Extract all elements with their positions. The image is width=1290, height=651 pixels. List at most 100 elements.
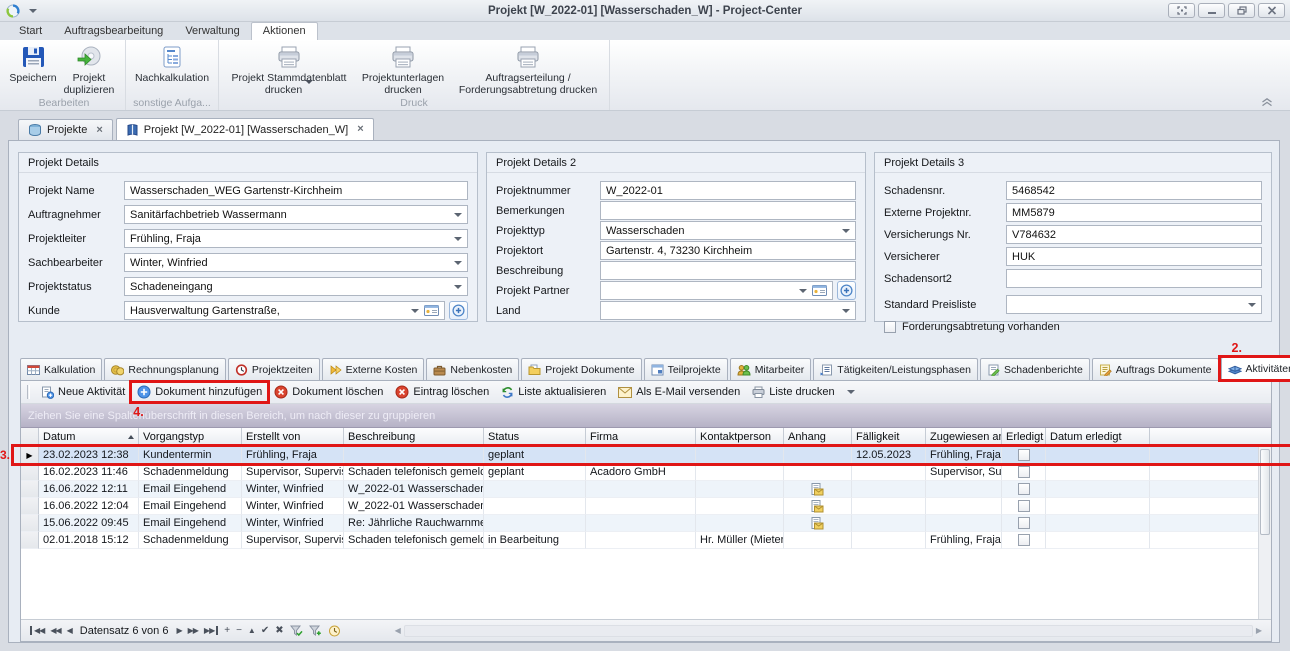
tab-projekt-dokumente[interactable]: Projekt Dokumente bbox=[521, 358, 641, 380]
last-record-icon[interactable]: ▶▶ bbox=[201, 626, 221, 635]
cell-datum-erledigt[interactable] bbox=[1046, 515, 1150, 532]
cell-firma[interactable] bbox=[586, 447, 696, 464]
toolbar-overflow-button[interactable] bbox=[841, 382, 861, 402]
ribbon-button-nachkalkulation[interactable]: Nachkalkulation bbox=[131, 43, 213, 86]
combo-caret-icon[interactable] bbox=[454, 237, 462, 241]
cell-vorgangstyp[interactable]: Email Eingehend bbox=[139, 481, 242, 498]
cell-datum-erledigt[interactable] bbox=[1046, 447, 1150, 464]
combo-caret-icon[interactable] bbox=[454, 261, 462, 265]
combo-caret-icon[interactable] bbox=[411, 309, 419, 313]
cell-erstellt-von[interactable]: Winter, Winfried bbox=[242, 498, 344, 515]
insert-record-icon[interactable]: + bbox=[221, 625, 233, 636]
combo-caret-icon[interactable] bbox=[454, 285, 462, 289]
cell-datum[interactable]: 02.01.2018 15:12 bbox=[39, 532, 139, 549]
cell-erstellt-von[interactable]: Winter, Winfried bbox=[242, 515, 344, 532]
cell-faelligkeit[interactable] bbox=[852, 532, 926, 549]
cell-vorgangstyp[interactable]: Schadenmeldung bbox=[139, 532, 242, 549]
table-row[interactable]: 15.06.2022 09:45Email EingehendWinter, W… bbox=[21, 515, 1271, 532]
cell-erledigt[interactable] bbox=[1002, 464, 1046, 481]
combo-caret-icon[interactable] bbox=[1248, 303, 1256, 307]
tab-rechnungsplanung[interactable]: Rechnungsplanung bbox=[104, 358, 226, 380]
cell-beschreibung[interactable]: W_2022-01 Wasserschaden_WEG bbox=[344, 498, 484, 515]
field-projektleiter-input[interactable]: Frühling, Fraja bbox=[124, 229, 468, 248]
field-versicherungs-nr-input[interactable]: V784632 bbox=[1006, 225, 1262, 244]
cell-status[interactable]: geplant bbox=[484, 447, 586, 464]
grid-header-status[interactable]: Status bbox=[484, 428, 586, 446]
cell-firma[interactable] bbox=[586, 481, 696, 498]
field-standard-preisliste-input[interactable] bbox=[1006, 295, 1262, 314]
combo-caret-icon[interactable] bbox=[842, 309, 850, 313]
grid-header-anhang[interactable]: Anhang bbox=[784, 428, 852, 446]
grid-header-vorgangstyp[interactable]: Vorgangstyp bbox=[139, 428, 242, 446]
document-tab-projekt-w-2022-01-wasserschaden-w[interactable]: Projekt [W_2022-01] [Wasserschaden_W]× bbox=[116, 118, 374, 140]
cell-anhang[interactable] bbox=[784, 464, 852, 481]
cell-datum[interactable]: 16.06.2022 12:04 bbox=[39, 498, 139, 515]
table-row[interactable]: 16.06.2022 12:04Email EingehendWinter, W… bbox=[21, 498, 1271, 515]
ribbon-tab-auftragsbearbeitung[interactable]: Auftragsbearbeitung bbox=[53, 22, 174, 40]
ribbon-tab-start[interactable]: Start bbox=[8, 22, 53, 40]
custom-filter-icon[interactable] bbox=[306, 625, 325, 637]
minimize-button[interactable] bbox=[1198, 3, 1225, 18]
cell-status[interactable] bbox=[484, 498, 586, 515]
cell-zugewiesen-an[interactable]: Supervisor, Supervis... bbox=[926, 464, 1002, 481]
cell-beschreibung[interactable]: W_2022-01 Wasserschaden_WEG bbox=[344, 481, 484, 498]
horizontal-scrollbar[interactable]: ◀▶ bbox=[392, 623, 1265, 638]
erledigt-checkbox[interactable] bbox=[1018, 500, 1030, 512]
tab-kalkulation[interactable]: Kalkulation bbox=[20, 358, 102, 380]
cell-firma[interactable] bbox=[586, 515, 696, 532]
toolbar-button-neue-aktivitaet[interactable]: Neue Aktivität bbox=[35, 382, 131, 402]
collapse-ribbon-icon[interactable] bbox=[1260, 97, 1274, 107]
tab-nebenkosten[interactable]: Nebenkosten bbox=[426, 358, 519, 380]
cell-erledigt[interactable] bbox=[1002, 515, 1046, 532]
cell-datum-erledigt[interactable] bbox=[1046, 481, 1150, 498]
cell-status[interactable]: in Bearbeitung bbox=[484, 532, 586, 549]
table-row[interactable]: 16.02.2023 11:46SchadenmeldungSupervisor… bbox=[21, 464, 1271, 481]
cell-status[interactable] bbox=[484, 515, 586, 532]
field-auftragnehmer-input[interactable]: Sanitärfachbetrieb Wassermann bbox=[124, 205, 468, 224]
grid-header-beschreibung[interactable]: Beschreibung bbox=[344, 428, 484, 446]
cell-kontaktperson[interactable] bbox=[696, 498, 784, 515]
cell-erledigt[interactable] bbox=[1002, 481, 1046, 498]
toolbar-grip[interactable] bbox=[27, 385, 30, 399]
field-sachbearbeiter-input[interactable]: Winter, Winfried bbox=[124, 253, 468, 272]
ribbon-button-projektunterlagen-drucken[interactable]: Projektunterlagen drucken bbox=[354, 43, 452, 99]
field-externe-projektnr-input[interactable]: MM5879 bbox=[1006, 203, 1262, 222]
first-record-icon[interactable]: ◀◀ bbox=[27, 626, 47, 635]
grid-header-datum-erledigt[interactable]: Datum erledigt bbox=[1046, 428, 1150, 446]
cell-datum-erledigt[interactable] bbox=[1046, 532, 1150, 549]
add-kunde-button[interactable] bbox=[449, 301, 468, 320]
erledigt-checkbox[interactable] bbox=[1018, 449, 1030, 461]
cell-erstellt-von[interactable]: Supervisor, Supervis... bbox=[242, 532, 344, 549]
grid-header-datum[interactable]: Datum bbox=[39, 428, 139, 446]
ribbon-button-projekt-duplizieren[interactable]: Projekt duplizieren bbox=[58, 43, 120, 99]
cell-datum-erledigt[interactable] bbox=[1046, 464, 1150, 481]
cell-vorgangstyp[interactable]: Email Eingehend bbox=[139, 515, 242, 532]
hscroll-right-icon[interactable]: ▶ bbox=[1253, 626, 1265, 635]
grid-header-zugewiesen-an[interactable]: Zugewiesen an bbox=[926, 428, 1002, 446]
cell-kontaktperson[interactable] bbox=[696, 515, 784, 532]
edit-record-icon[interactable]: ▲ bbox=[245, 626, 258, 635]
document-tab-projekte[interactable]: Projekte× bbox=[18, 119, 113, 140]
cell-beschreibung[interactable]: Schaden telefonisch gemeldet bbox=[344, 464, 484, 481]
add-projekt-partner-button[interactable] bbox=[837, 281, 856, 300]
cell-status[interactable] bbox=[484, 481, 586, 498]
cell-erstellt-von[interactable]: Frühling, Fraja bbox=[242, 447, 344, 464]
delete-record-icon[interactable]: − bbox=[233, 625, 245, 636]
table-row[interactable]: 02.01.2018 15:12SchadenmeldungSupervisor… bbox=[21, 532, 1271, 549]
cell-datum[interactable]: 16.02.2023 11:46 bbox=[39, 464, 139, 481]
cell-anhang[interactable] bbox=[784, 498, 852, 515]
ribbon-tab-aktionen[interactable]: Aktionen bbox=[251, 22, 318, 40]
combo-caret-icon[interactable] bbox=[842, 229, 850, 233]
cell-kontaktperson[interactable] bbox=[696, 464, 784, 481]
cell-erledigt[interactable] bbox=[1002, 532, 1046, 549]
hscroll-track[interactable] bbox=[404, 625, 1253, 637]
cell-beschreibung[interactable]: Re: Jährliche Rauchwarnmelderwar bbox=[344, 515, 484, 532]
cell-anhang[interactable] bbox=[784, 532, 852, 549]
cell-zugewiesen-an[interactable] bbox=[926, 481, 1002, 498]
field-land-input[interactable] bbox=[600, 301, 856, 320]
toolbar-button-liste-drucken[interactable]: Liste drucken bbox=[746, 382, 840, 402]
cell-faelligkeit[interactable] bbox=[852, 515, 926, 532]
cell-zugewiesen-an[interactable]: Frühling, Fraja bbox=[926, 447, 1002, 464]
grid-header-erstellt-von[interactable]: Erstellt von bbox=[242, 428, 344, 446]
erledigt-checkbox[interactable] bbox=[1018, 517, 1030, 529]
